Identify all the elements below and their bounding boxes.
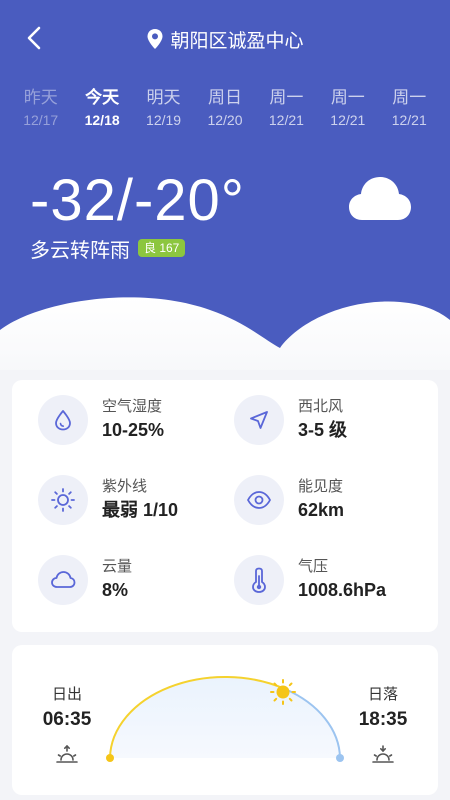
detail-label: 气压 [298, 558, 329, 575]
sunset-icon [372, 745, 394, 763]
condition-row: 多云转阵雨 良 167 [30, 234, 186, 262]
top-bar: 朝阳区诚盈中心 [0, 0, 450, 76]
day-date: 12/21 [330, 112, 366, 128]
thermometer-icon-wrap [234, 555, 284, 605]
day-date: 12/21 [268, 112, 304, 128]
day-tab[interactable]: 昨天 12/17 [10, 86, 71, 136]
detail-value: 10-25% [102, 420, 165, 440]
sun-arc [106, 675, 344, 762]
day-name: 周一 [269, 88, 304, 107]
day-name: 周一 [392, 88, 427, 107]
detail-value: 62km [298, 500, 345, 520]
cloud-icon [51, 571, 76, 588]
detail-label: 紫外线 [102, 478, 148, 495]
detail-value: 1008.6hPa [298, 580, 387, 600]
day-selector: 昨天 12/17 今天 12/18 明天 12/19 周日 12/20 周一 1… [10, 86, 440, 136]
day-tab[interactable]: 周一 12/21 [256, 86, 317, 136]
detail-label: 西北风 [298, 398, 344, 415]
eye-icon-wrap [234, 475, 284, 525]
detail-humidity: 空气湿度 10-25% [38, 392, 228, 448]
temperature-range: -32/-20° [30, 168, 245, 233]
detail-label: 云量 [102, 558, 133, 575]
wind-direction-icon-wrap [234, 395, 284, 445]
day-date: 12/17 [23, 112, 59, 128]
aqi-badge: 良 167 [138, 239, 186, 257]
detail-wind: 西北风 3-5 级 [234, 392, 424, 448]
detail-visibility: 能见度 62km [234, 472, 424, 528]
detail-cloud-cover: 云量 8% [38, 552, 228, 608]
weather-condition: 多云转阵雨 [30, 239, 130, 262]
day-name: 今天 [85, 88, 120, 107]
weather-hero: 朝阳区诚盈中心 昨天 12/17 今天 12/18 明天 12/19 周日 12… [0, 0, 450, 370]
location-pin-icon [147, 29, 163, 49]
wind-direction-icon [250, 411, 268, 429]
sunset: 日落 18:35 [348, 685, 418, 765]
detail-value: 8% [102, 580, 129, 600]
day-tab[interactable]: 周一 12/21 [317, 86, 378, 136]
sunset-time: 18:35 [358, 709, 408, 730]
sunrise-time: 06:35 [42, 709, 92, 730]
day-tab[interactable]: 周一 12/21 [379, 86, 440, 136]
day-name: 周一 [330, 88, 365, 107]
sunrise-sunset-card: 日出 06:35 日落 18:35 [12, 645, 438, 795]
humidity-icon-wrap [38, 395, 88, 445]
detail-value: 最弱 1/10 [102, 500, 179, 520]
sun-uv-icon-wrap [38, 475, 88, 525]
location-name: 朝阳区诚盈中心 [170, 30, 304, 52]
day-date: 12/19 [146, 112, 182, 128]
cloud-icon [349, 177, 411, 220]
day-date: 12/21 [391, 112, 427, 128]
detail-pressure: 气压 1008.6hPa [234, 552, 424, 608]
day-name: 周日 [207, 88, 242, 107]
day-tab[interactable]: 周日 12/20 [194, 86, 255, 136]
day-tab-active[interactable]: 今天 12/18 [71, 86, 132, 136]
detail-label: 空气湿度 [102, 398, 163, 415]
cloud-icon-wrap [38, 555, 88, 605]
location-title[interactable]: 朝阳区诚盈中心 [0, 24, 450, 54]
humidity-icon [55, 410, 71, 431]
detail-uv: 紫外线 最弱 1/10 [38, 472, 228, 528]
day-name: 明天 [146, 88, 181, 107]
thermometer-icon [252, 567, 266, 593]
cloud-decoration [0, 297, 450, 370]
day-date: 12/20 [207, 112, 243, 128]
day-tab[interactable]: 明天 12/19 [133, 86, 194, 136]
detail-value: 3-5 级 [298, 420, 348, 440]
day-name: 昨天 [23, 88, 58, 107]
weather-details-card: 空气湿度 10-25% 西北风 3-5 级 紫外线 最弱 1/10 能见度 62… [12, 380, 438, 632]
sunrise-label: 日出 [51, 686, 82, 703]
sunrise: 日出 06:35 [32, 685, 102, 765]
sunrise-icon [56, 745, 78, 763]
detail-label: 能见度 [298, 478, 344, 495]
sun-uv-icon [51, 488, 75, 512]
day-date: 12/18 [84, 112, 120, 128]
eye-icon [247, 491, 271, 509]
sunset-label: 日落 [367, 686, 398, 703]
